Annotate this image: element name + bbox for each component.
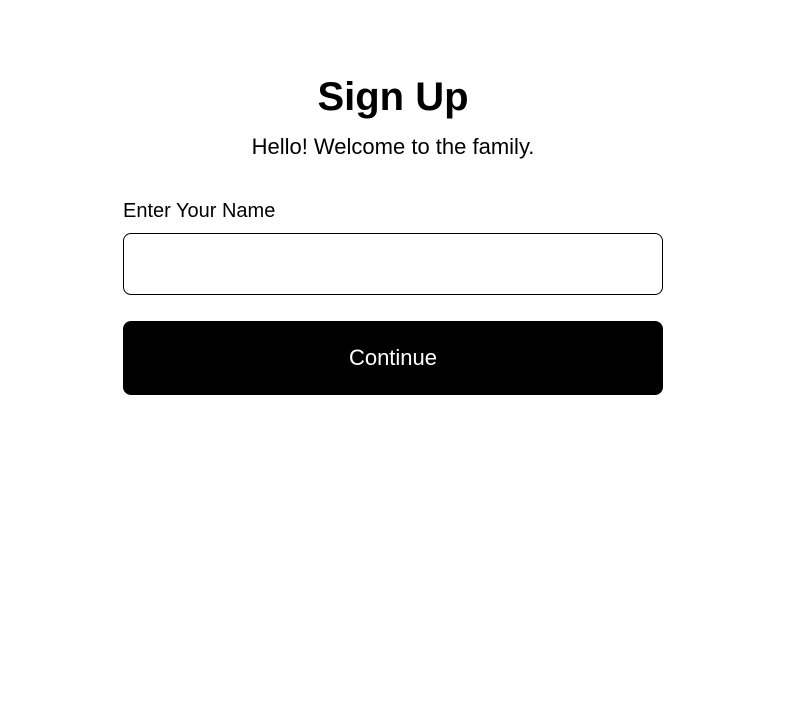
continue-button[interactable]: Continue	[123, 321, 663, 395]
page-title: Sign Up	[123, 75, 663, 120]
page-subtitle: Hello! Welcome to the family.	[123, 134, 663, 160]
name-field[interactable]	[123, 233, 663, 295]
name-label: Enter Your Name	[123, 200, 663, 223]
